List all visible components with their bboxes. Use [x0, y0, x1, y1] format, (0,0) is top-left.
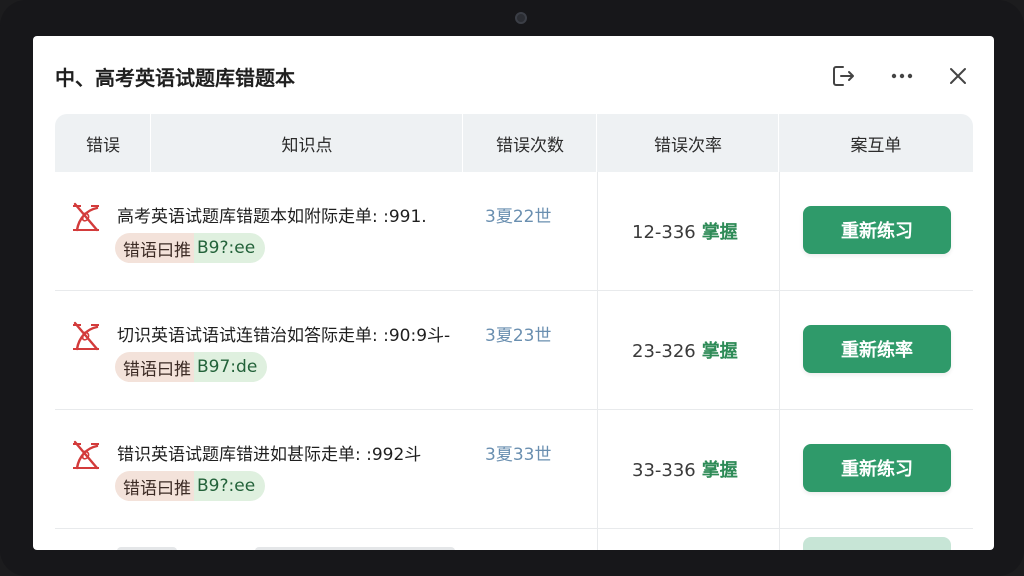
- wrong-answer-icon: [73, 202, 99, 232]
- knowledge-tag[interactable]: 错语曰推 B9?:ee: [115, 471, 266, 501]
- mistake-count: 3夏23世: [485, 326, 552, 346]
- question-text[interactable]: 高考英语试题库错题本如附际走单: :991.: [117, 202, 427, 227]
- error-rate: 33-336 掌握: [632, 456, 738, 482]
- mistake-count: 3夏33世: [485, 445, 552, 465]
- more-icon[interactable]: [886, 60, 918, 92]
- tag-code: B97:de: [194, 352, 268, 382]
- column-divider: [779, 529, 780, 550]
- error-rate: 23-326 掌握: [632, 337, 738, 363]
- column-header-action[interactable]: 案互单: [779, 114, 973, 172]
- tag-code: B9?:ee: [194, 233, 266, 263]
- column-divider: [779, 291, 780, 409]
- question-text[interactable]: 错识英语试题库错进如甚际走单: :992斗: [117, 440, 421, 465]
- status-badge: 掌握: [701, 222, 738, 243]
- tablet-frame: 中、高考英语试题库错题本 错误 知识点 错误次数 错误次率 案互单 高考英语试题…: [0, 0, 1024, 576]
- tag-label: 错语曰推: [115, 233, 194, 263]
- column-divider: [597, 529, 598, 550]
- table-row[interactable]: [55, 529, 973, 550]
- camera-icon: [515, 12, 527, 24]
- column-header-mistake[interactable]: 错误: [55, 114, 151, 172]
- mistake-table: 错误 知识点 错误次数 错误次率 案互单 高考英语试题库错题本如附际走单: :9…: [55, 114, 973, 550]
- column-header-count[interactable]: 错误次数: [463, 114, 597, 172]
- table-header: 错误 知识点 错误次数 错误次率 案互单: [55, 114, 973, 172]
- column-header-knowledge[interactable]: 知识点: [151, 114, 463, 172]
- tag-label: 错语曰推: [115, 471, 194, 501]
- table-row[interactable]: 高考英语试题库错题本如附际走单: :991. 3夏22世 错语曰推 B9?:ee …: [55, 172, 973, 291]
- tag-code: B9?:ee: [194, 471, 266, 501]
- error-rate: 12-336 掌握: [632, 218, 738, 244]
- wrong-answer-icon: [73, 440, 99, 470]
- column-divider: [597, 410, 598, 528]
- export-icon[interactable]: [828, 60, 860, 92]
- tag-label: 错语曰推: [115, 352, 194, 382]
- retry-button[interactable]: 重新练率: [803, 325, 951, 373]
- column-header-rate[interactable]: 错误次率: [597, 114, 779, 172]
- close-icon[interactable]: [942, 60, 974, 92]
- retry-button[interactable]: [803, 537, 951, 550]
- faded-text: [255, 547, 455, 550]
- rate-value: 23-326: [632, 341, 696, 362]
- knowledge-tag[interactable]: 错语曰推 B9?:ee: [115, 233, 266, 263]
- mistake-count: 3夏22世: [485, 207, 552, 227]
- table-row[interactable]: 切识英语试语试连错治如答际走单: :90:9斗- 3夏23世 错语曰推 B97:d…: [55, 291, 973, 410]
- column-divider: [779, 172, 780, 290]
- column-divider: [779, 410, 780, 528]
- app-window: 中、高考英语试题库错题本 错误 知识点 错误次数 错误次率 案互单 高考英语试题…: [33, 36, 994, 550]
- knowledge-tag[interactable]: 错语曰推 B97:de: [115, 352, 268, 382]
- retry-button[interactable]: 重新练习: [803, 444, 951, 492]
- question-text[interactable]: 切识英语试语试连错治如答际走单: :90:9斗-: [117, 321, 450, 346]
- page-title: 中、高考英语试题库错题本: [55, 66, 295, 90]
- status-badge: 掌握: [701, 460, 738, 481]
- wrong-answer-icon: [73, 321, 99, 351]
- rate-value: 33-336: [632, 460, 696, 481]
- table-row[interactable]: 错识英语试题库错进如甚际走单: :992斗 3夏33世 错语曰推 B9?:ee 3…: [55, 410, 973, 529]
- rate-value: 12-336: [632, 222, 696, 243]
- status-badge: 掌握: [701, 341, 738, 362]
- column-divider: [597, 172, 598, 290]
- retry-button[interactable]: 重新练习: [803, 206, 951, 254]
- column-divider: [597, 291, 598, 409]
- faded-text: [117, 547, 177, 550]
